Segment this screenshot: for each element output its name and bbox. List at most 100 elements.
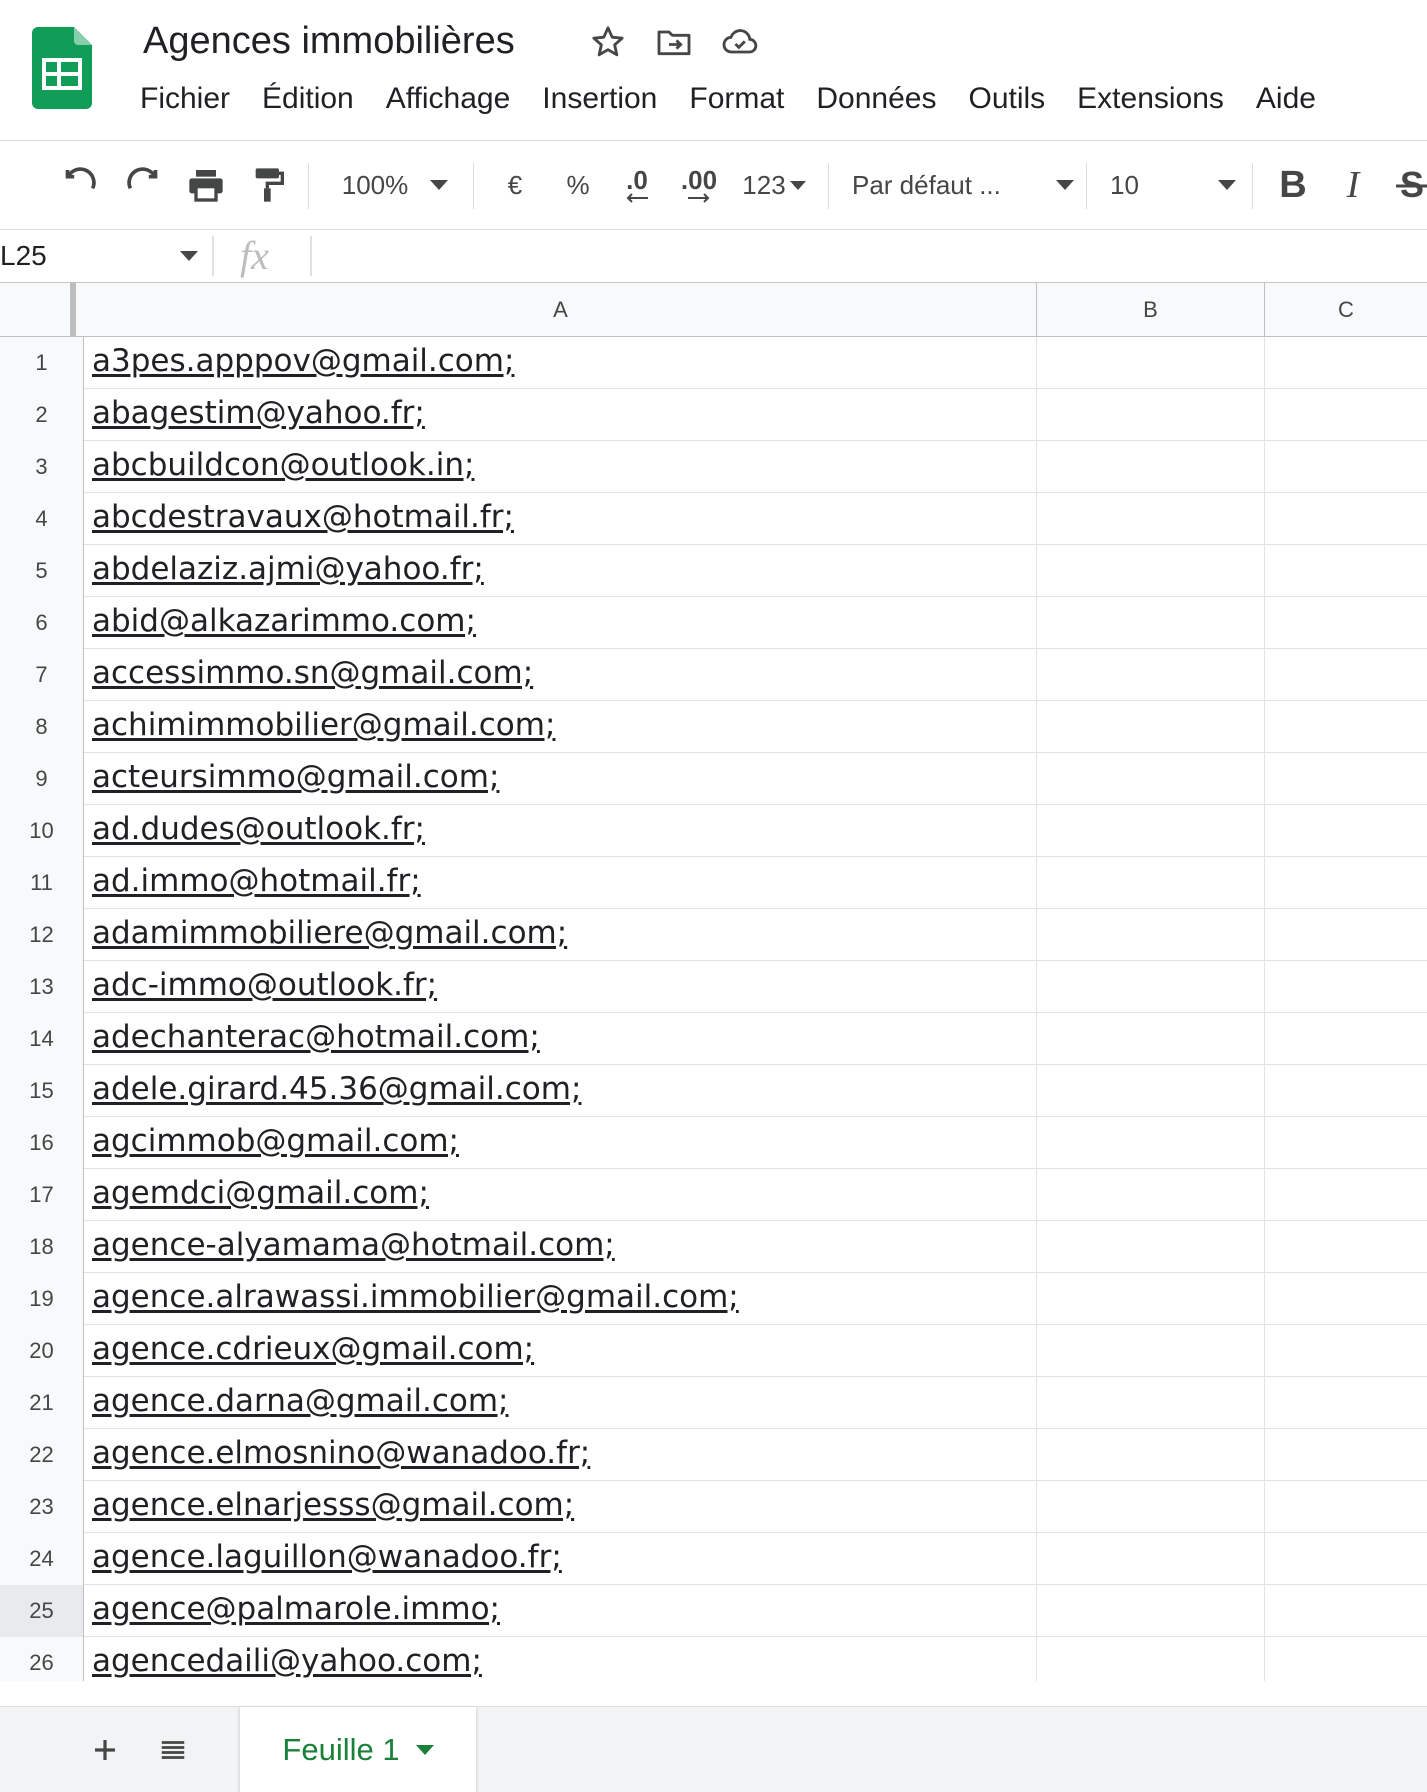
cell-b[interactable] <box>1037 961 1265 1013</box>
cell-a[interactable]: adele.girard.45.36@gmail.com; <box>85 1065 1037 1117</box>
email-link[interactable]: agence@palmarole.immo; <box>92 1591 500 1627</box>
email-link[interactable]: agence.elnarjesss@gmail.com; <box>92 1487 574 1523</box>
cell-c[interactable] <box>1265 649 1427 701</box>
print-icon[interactable] <box>180 141 232 229</box>
cell-a[interactable]: agence.alrawassi.immobilier@gmail.com; <box>85 1273 1037 1325</box>
cell-a[interactable]: agencedaili@yahoo.com; <box>85 1637 1037 1681</box>
cell-c[interactable] <box>1265 1117 1427 1169</box>
cell-b[interactable] <box>1037 1273 1265 1325</box>
cell-a[interactable]: agence.elmosnino@wanadoo.fr; <box>85 1429 1037 1481</box>
cell-c[interactable] <box>1265 805 1427 857</box>
cell-c[interactable] <box>1265 1533 1427 1585</box>
cell-a[interactable]: adc-immo@outlook.fr; <box>85 961 1037 1013</box>
email-link[interactable]: agence.darna@gmail.com; <box>92 1383 509 1419</box>
email-link[interactable]: agence-alyamama@hotmail.com; <box>92 1227 615 1263</box>
cell-b[interactable] <box>1037 649 1265 701</box>
cell-c[interactable] <box>1265 493 1427 545</box>
cell-a[interactable]: accessimmo.sn@gmail.com; <box>85 649 1037 701</box>
name-box[interactable]: L25 <box>0 230 212 282</box>
document-title[interactable]: Agences immobilières <box>143 20 515 63</box>
cell-b[interactable] <box>1037 701 1265 753</box>
row-header[interactable]: 9 <box>0 753 84 805</box>
increase-decimal-button[interactable]: .00 <box>674 141 724 229</box>
cell-b[interactable] <box>1037 753 1265 805</box>
all-sheets-icon[interactable] <box>148 1707 198 1792</box>
email-link[interactable]: abagestim@yahoo.fr; <box>92 395 425 431</box>
cell-b[interactable] <box>1037 857 1265 909</box>
row-header[interactable]: 22 <box>0 1429 84 1481</box>
row-header[interactable]: 21 <box>0 1377 84 1429</box>
cell-a[interactable]: adechanterac@hotmail.com; <box>85 1013 1037 1065</box>
cell-a[interactable]: abcdestravaux@hotmail.fr; <box>85 493 1037 545</box>
cell-b[interactable] <box>1037 1377 1265 1429</box>
cell-b[interactable] <box>1037 1429 1265 1481</box>
cell-b[interactable] <box>1037 389 1265 441</box>
cell-c[interactable] <box>1265 857 1427 909</box>
cell-c[interactable] <box>1265 1429 1427 1481</box>
cell-b[interactable] <box>1037 493 1265 545</box>
cell-a[interactable]: abdelaziz.ajmi@yahoo.fr; <box>85 545 1037 597</box>
cell-c[interactable] <box>1265 1013 1427 1065</box>
cell-a[interactable]: abcbuildcon@outlook.in; <box>85 441 1037 493</box>
row-header[interactable]: 10 <box>0 805 84 857</box>
row-header[interactable]: 17 <box>0 1169 84 1221</box>
font-size-select[interactable]: 10 <box>1110 141 1236 229</box>
cell-c[interactable] <box>1265 701 1427 753</box>
row-header[interactable]: 14 <box>0 1013 84 1065</box>
bold-button[interactable]: B <box>1270 141 1316 229</box>
row-header[interactable]: 4 <box>0 493 84 545</box>
row-header[interactable]: 7 <box>0 649 84 701</box>
menu-insertion[interactable]: Insertion <box>526 82 673 116</box>
strikethrough-button[interactable]: S <box>1394 141 1427 229</box>
currency-button[interactable]: € <box>495 141 535 229</box>
email-link[interactable]: achimimmobilier@gmail.com; <box>92 707 555 743</box>
cell-a[interactable]: agence.laguillon@wanadoo.fr; <box>85 1533 1037 1585</box>
cell-c[interactable] <box>1265 1637 1427 1681</box>
paint-format-icon[interactable] <box>243 141 295 229</box>
row-header[interactable]: 1 <box>0 337 84 389</box>
row-header[interactable]: 3 <box>0 441 84 493</box>
cell-b[interactable] <box>1037 1065 1265 1117</box>
cell-a[interactable]: agence.elnarjesss@gmail.com; <box>85 1481 1037 1533</box>
cell-b[interactable] <box>1037 1637 1265 1681</box>
redo-icon[interactable] <box>117 141 169 229</box>
cell-b[interactable] <box>1037 337 1265 389</box>
email-link[interactable]: agence.elmosnino@wanadoo.fr; <box>92 1435 590 1471</box>
zoom-select[interactable]: 100% <box>330 141 460 229</box>
row-header[interactable]: 16 <box>0 1117 84 1169</box>
cell-a[interactable]: agence@palmarole.immo; <box>85 1585 1037 1637</box>
cell-c[interactable] <box>1265 545 1427 597</box>
row-header[interactable]: 13 <box>0 961 84 1013</box>
cell-b[interactable] <box>1037 1117 1265 1169</box>
cell-a[interactable]: agcimmob@gmail.com; <box>85 1117 1037 1169</box>
cell-b[interactable] <box>1037 1221 1265 1273</box>
cloud-saved-icon[interactable] <box>720 22 760 62</box>
cell-c[interactable] <box>1265 961 1427 1013</box>
email-link[interactable]: accessimmo.sn@gmail.com; <box>92 655 533 691</box>
star-icon[interactable] <box>588 22 628 62</box>
cell-b[interactable] <box>1037 1169 1265 1221</box>
cell-b[interactable] <box>1037 545 1265 597</box>
cell-a[interactable]: abid@alkazarimmo.com; <box>85 597 1037 649</box>
row-header[interactable]: 8 <box>0 701 84 753</box>
menu-outils[interactable]: Outils <box>952 82 1061 116</box>
menu-donnees[interactable]: Données <box>800 82 952 116</box>
row-header[interactable]: 11 <box>0 857 84 909</box>
sheet-tab-feuille-1[interactable]: Feuille 1 <box>240 1707 476 1792</box>
menu-extensions[interactable]: Extensions <box>1061 82 1240 116</box>
cell-a[interactable]: agence.darna@gmail.com; <box>85 1377 1037 1429</box>
menu-fichier[interactable]: Fichier <box>126 82 246 116</box>
menu-edition[interactable]: Édition <box>246 82 370 116</box>
email-link[interactable]: a3pes.apppov@gmail.com; <box>92 343 514 379</box>
email-link[interactable]: abdelaziz.ajmi@yahoo.fr; <box>92 551 484 587</box>
email-link[interactable]: agemdci@gmail.com; <box>92 1175 429 1211</box>
row-header[interactable]: 6 <box>0 597 84 649</box>
email-link[interactable]: adamimmobiliere@gmail.com; <box>92 915 567 951</box>
cell-c[interactable] <box>1265 389 1427 441</box>
cell-c[interactable] <box>1265 597 1427 649</box>
email-link[interactable]: agence.laguillon@wanadoo.fr; <box>92 1539 562 1575</box>
column-header-b[interactable]: B <box>1037 283 1265 336</box>
cell-b[interactable] <box>1037 1533 1265 1585</box>
decrease-decimal-button[interactable]: .0 <box>612 141 662 229</box>
email-link[interactable]: adele.girard.45.36@gmail.com; <box>92 1071 581 1107</box>
